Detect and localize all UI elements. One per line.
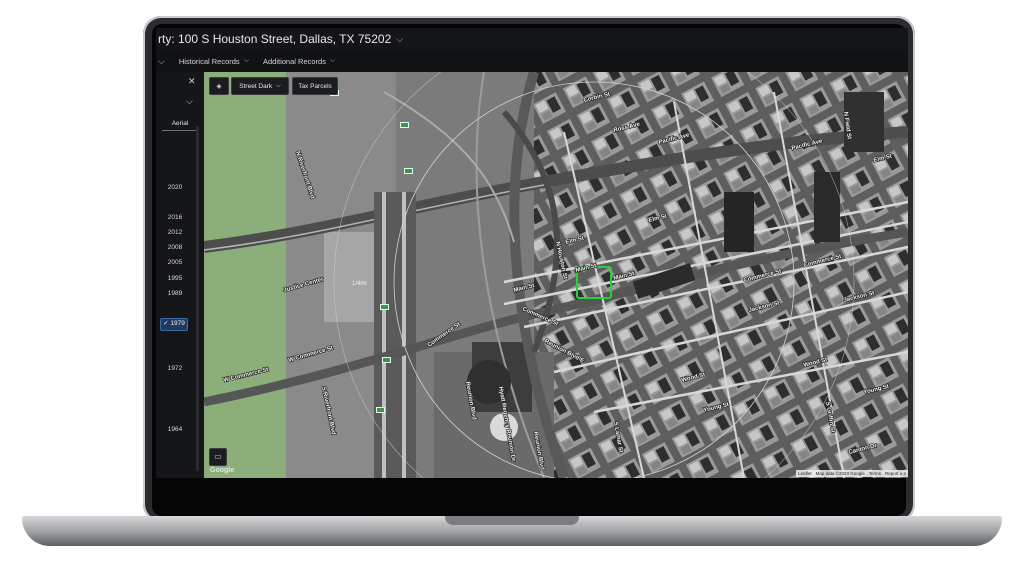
- chevron-down-icon[interactable]: ⌵: [186, 96, 193, 107]
- nav-additional-records[interactable]: Additional Records ⌵: [263, 57, 335, 66]
- year-1972[interactable]: 1972: [164, 363, 186, 374]
- highway-shield: [376, 407, 385, 413]
- year-1964[interactable]: 1964: [164, 424, 186, 435]
- basemap-label: Street Dark: [239, 82, 273, 90]
- year-1995[interactable]: 1995: [164, 273, 186, 284]
- app-screen: rty: 100 S Houston Street, Dallas, TX 75…: [156, 28, 908, 478]
- timeline-scrollbar[interactable]: [196, 126, 199, 471]
- tab-aerial[interactable]: Aerial: [162, 120, 198, 131]
- chevron-down-icon: ⌵: [276, 82, 281, 89]
- close-icon[interactable]: ✕: [188, 76, 196, 87]
- property-header: rty: 100 S Houston Street, Dallas, TX 75…: [156, 28, 908, 50]
- year-2016[interactable]: 2016: [164, 212, 186, 223]
- distance-label: 1/4mi: [352, 281, 367, 287]
- highway-shield: [404, 168, 413, 174]
- chevron-down-icon: ⌵: [329, 57, 336, 64]
- chevron-down-icon[interactable]: ⌵: [158, 56, 165, 67]
- check-icon: ✓: [163, 320, 169, 327]
- leaflet-link[interactable]: Leaflet: [798, 471, 812, 476]
- year-label: 1979: [170, 320, 185, 327]
- chevron-down-icon[interactable]: ⌵: [396, 34, 403, 45]
- report-link[interactable]: Report a p: [885, 471, 906, 476]
- year-2005[interactable]: 2005: [164, 257, 186, 268]
- google-logo: Google: [210, 467, 235, 474]
- highway-shield: [380, 304, 389, 310]
- basemap-dropdown[interactable]: Street Dark ⌵: [231, 77, 289, 95]
- nav-item-label: Historical Records: [178, 56, 240, 66]
- year-2020[interactable]: 2020: [164, 182, 186, 193]
- records-nav: ⌵ Historical Records ⌵ Additional Record…: [156, 50, 908, 73]
- year-2008[interactable]: 2008: [164, 242, 186, 253]
- aerial-imagery: N Riverfront Blvd Justice Center W Comme…: [204, 72, 908, 478]
- chevron-down-icon: ⌵: [243, 57, 249, 64]
- year-2012[interactable]: 2012: [164, 227, 186, 238]
- map-data-text: Map data ©2023 Google: [815, 471, 865, 476]
- year-1989[interactable]: 1989: [164, 288, 186, 299]
- terms-link[interactable]: Terms: [869, 471, 881, 476]
- highway-shield: [400, 122, 409, 128]
- aerial-map[interactable]: N Riverfront Blvd Justice Center W Comme…: [204, 72, 908, 478]
- year-panel: ✕ ⌵ Aerial 2020 2016 2012 2008 2005 1995…: [156, 72, 204, 478]
- measure-icon[interactable]: ▭: [209, 448, 227, 466]
- nav-historical-records[interactable]: Historical Records ⌵: [179, 57, 249, 66]
- laptop-notch: [445, 516, 579, 525]
- map-attribution: Leaflet Map data ©2023 Google Terms Repo…: [796, 470, 908, 477]
- year-1979-selected[interactable]: ✓ 1979: [160, 318, 188, 331]
- property-title: rty: 100 S Houston Street, Dallas, TX 75…: [158, 32, 392, 46]
- tax-parcels-button[interactable]: Tax Parcels: [292, 77, 338, 95]
- layers-icon[interactable]: ◈: [209, 77, 229, 95]
- nav-item-label: Additional Records: [263, 56, 326, 66]
- highway-shield: [382, 357, 391, 363]
